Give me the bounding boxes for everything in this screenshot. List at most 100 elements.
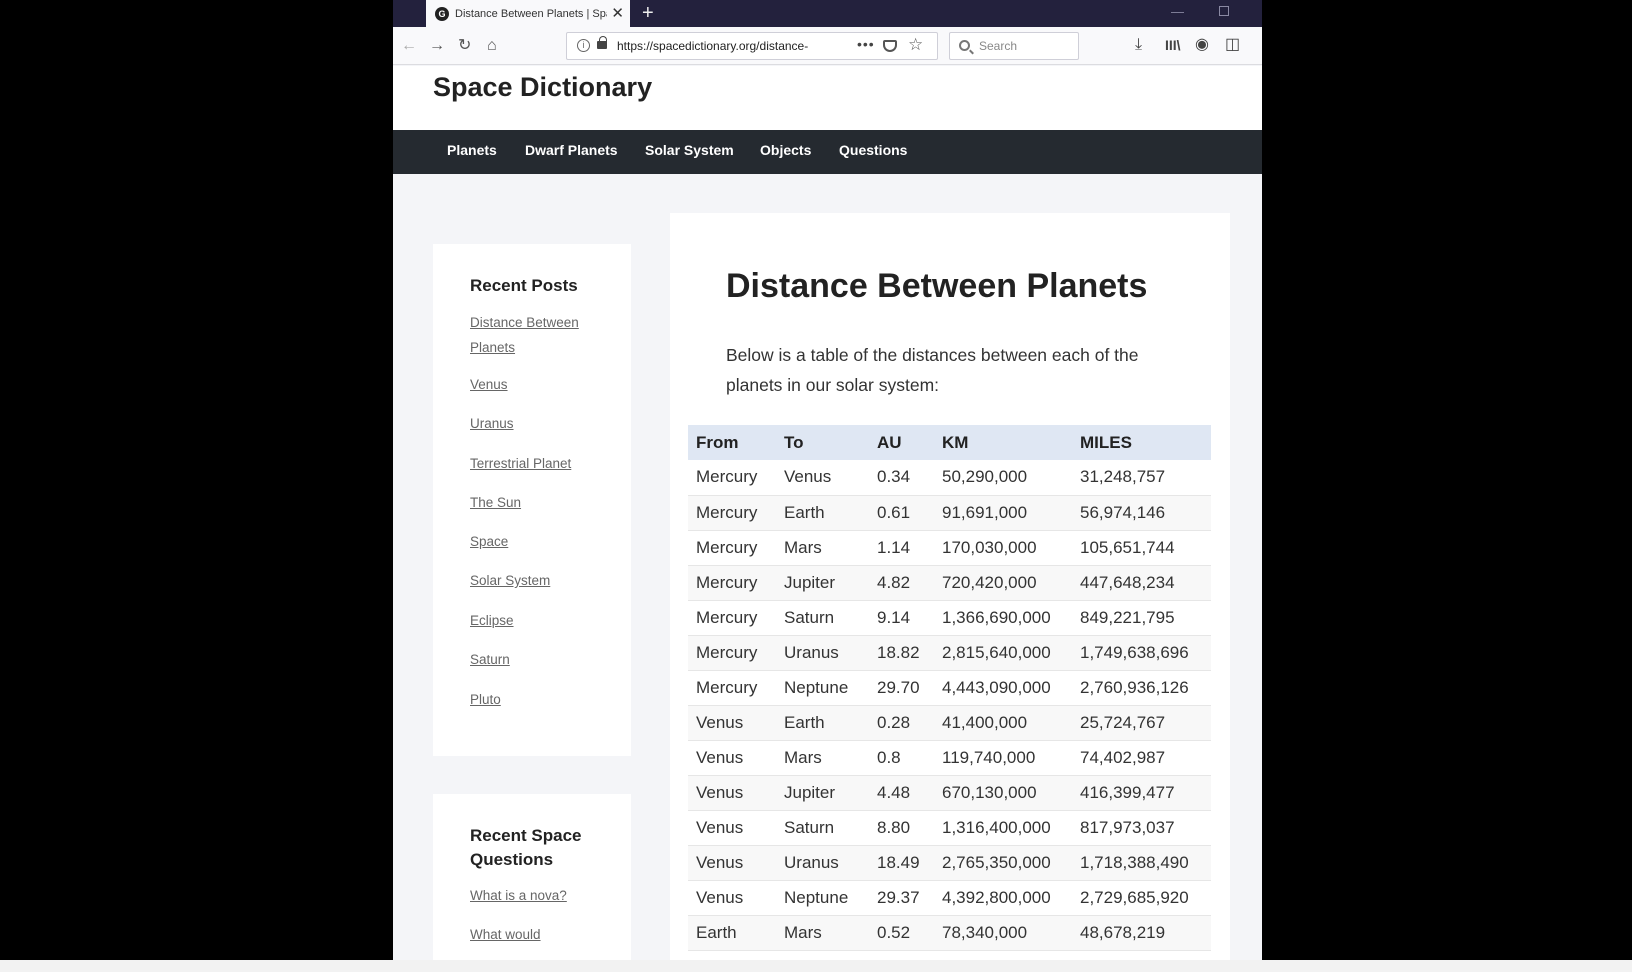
recent-post-link[interactable]: Terrestrial Planet [470,451,571,476]
page-actions-icon[interactable]: ••• [857,36,875,52]
navigation-toolbar: ← → ↻ ⌂ i https://spacedictionary.org/di… [393,27,1262,65]
recent-post-link[interactable]: Space [470,529,508,554]
cell-au: 29.70 [869,670,934,706]
site-favicon-icon: G [435,6,449,21]
cell-km: 50,290,000 [934,460,1072,496]
site-header: Space Dictionary [393,66,1262,130]
cell-miles: 1,749,638,696 [1072,635,1211,671]
site-title[interactable]: Space Dictionary [433,72,652,103]
forward-icon[interactable]: → [429,36,445,56]
recent-post-link[interactable]: Eclipse [470,608,514,633]
cell-to: Venus [776,460,869,496]
menu-item-objects[interactable]: Objects [760,142,811,158]
cell-miles: 849,221,795 [1072,600,1211,636]
search-icon [959,40,970,51]
question-link[interactable]: What would [470,922,541,947]
download-icon[interactable]: ⤓ [1135,35,1142,55]
addon-icon[interactable]: ◉ [1195,35,1209,55]
cell-km: 41,400,000 [934,705,1072,741]
bookmark-star-icon[interactable]: ☆ [908,35,923,55]
info-icon[interactable]: i [577,39,590,52]
cell-miles: 817,973,037 [1072,810,1211,846]
table-row: Mercury Earth 0.61 91,691,000 56,974,146 [688,495,1211,531]
url-bar[interactable]: i https://spacedictionary.org/distance- … [566,32,938,60]
table-row: Mercury Jupiter 4.82 720,420,000 447,648,234 [688,565,1211,601]
cell-km: 2,765,350,000 [934,845,1072,881]
cell-km: 91,691,000 [934,495,1072,531]
menu-item-planets[interactable]: Planets [447,142,497,158]
url-text[interactable]: https://spacedictionary.org/distance- [617,39,832,53]
cell-miles: 2,729,685,920 [1072,880,1211,916]
cell-km: 170,030,000 [934,530,1072,566]
cell-km: 670,130,000 [934,775,1072,811]
recent-post-link[interactable]: The Sun [470,490,521,515]
recent-post-link[interactable]: Pluto [470,687,501,712]
cell-miles: 48,678,219 [1072,915,1211,951]
cell-miles: 447,648,234 [1072,565,1211,601]
cell-from: Venus [688,740,776,776]
cell-miles: 2,760,936,126 [1072,670,1211,706]
reload-icon[interactable]: ↻ [458,36,471,56]
cell-km: 4,392,800,000 [934,880,1072,916]
cell-miles: 1,718,388,490 [1072,845,1211,881]
recent-post-link[interactable]: Saturn [470,647,510,672]
menu-item-solar-system[interactable]: Solar System [645,142,734,158]
search-box[interactable]: Search [949,32,1079,60]
question-link[interactable]: What is a nova? [470,883,567,908]
cell-au: 4.48 [869,775,934,811]
cell-to: Neptune [776,880,869,916]
table-row: Earth Mars 0.52 78,340,000 48,678,219 [688,915,1211,951]
cell-to: Uranus [776,635,869,671]
cell-km: 1,366,690,000 [934,600,1072,636]
close-tab-icon[interactable]: ✕ [611,6,624,21]
table-row: Venus Uranus 18.49 2,765,350,000 1,718,388,4… [688,845,1211,881]
recent-questions-heading: Recent Space Questions [470,826,582,869]
cell-au: 1.14 [869,530,934,566]
cell-from: Venus [688,845,776,881]
distance-table: From To AU KM MILES Mercury Venus 0.34 50,2… [688,425,1211,960]
menu-item-questions[interactable]: Questions [839,142,907,158]
new-tab-icon[interactable]: + [642,1,654,25]
recent-post-link[interactable]: Solar System [470,568,550,593]
table-row: Venus Jupiter 4.48 670,130,000 416,399,477 [688,775,1211,811]
recent-questions-widget: Recent Space Questions What is a nova? W… [433,794,631,960]
pocket-icon[interactable] [883,40,897,52]
menu-item-dwarf-planets[interactable]: Dwarf Planets [525,142,618,158]
table-body: Mercury Venus 0.34 50,290,000 31,248,757 Merc… [688,460,1211,960]
cell-km: 119,740,000 [934,740,1072,776]
column-header-miles: MILES [1072,425,1211,460]
cell-to: Mars [776,530,869,566]
table-header-row: From To AU KM MILES [688,425,1211,460]
cell-from: Venus [688,775,776,811]
column-header-km: KM [934,425,1072,460]
maximize-icon[interactable] [1219,6,1229,16]
sidebar-icon[interactable]: ◫ [1225,35,1240,55]
recent-post-link[interactable]: Distance Between Planets [470,310,600,360]
cell-miles: 25,724,767 [1072,705,1211,741]
cell-au: 0.61 [869,495,934,531]
cell-au: 18.82 [869,635,934,671]
main-menu: Planets Dwarf Planets Solar System Objec… [393,130,1262,174]
table-row: EarthJupiter4.2628,730,000390,674,710 [688,950,1211,960]
library-icon[interactable]: III\ [1165,35,1181,55]
active-tab[interactable]: G Distance Between Planets | Space Dicti… [426,0,630,27]
cell-from: Earth [688,950,776,960]
search-input[interactable]: Search [979,39,1017,53]
table-row: Venus Neptune 29.37 4,392,800,000 2,729,685,… [688,880,1211,916]
cell-to: Neptune [776,670,869,706]
table-row: Venus Earth 0.28 41,400,000 25,724,767 [688,705,1211,741]
cell-miles: 56,974,146 [1072,495,1211,531]
back-icon[interactable]: ← [401,36,417,56]
cell-miles: 390,674,710 [1072,950,1211,960]
minimize-icon[interactable]: — [1171,0,1184,24]
home-icon[interactable]: ⌂ [487,36,497,56]
column-header-to: To [776,425,869,460]
recent-post-link[interactable]: Uranus [470,411,514,436]
column-header-au: AU [869,425,934,460]
cell-to: Mars [776,915,869,951]
cell-au: 29.37 [869,880,934,916]
recent-post-link[interactable]: Venus [470,372,508,397]
lock-icon[interactable] [597,36,607,49]
recent-posts-widget: Recent Posts Distance Between Planets Ve… [433,244,631,756]
cell-from: Venus [688,810,776,846]
